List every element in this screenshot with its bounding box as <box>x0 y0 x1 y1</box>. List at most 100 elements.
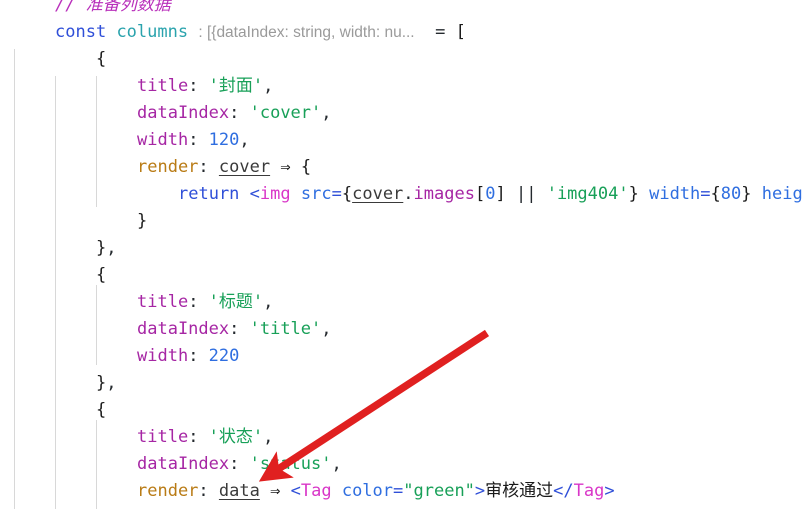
token-string: ' <box>252 427 264 447</box>
token-number: 0 <box>485 184 496 204</box>
token-property: images <box>413 184 475 204</box>
token-string: ' <box>208 292 219 312</box>
line-close-obj-1[interactable]: }, <box>96 235 117 262</box>
token-property: title <box>137 427 189 447</box>
line-dataindex-status[interactable]: dataIndex: 'status', <box>137 451 342 478</box>
token-brace: { <box>96 265 107 285</box>
token-parameter: cover <box>352 184 404 204</box>
token-brace: } <box>96 238 107 258</box>
token-op: , <box>263 292 274 312</box>
line-dataindex-cover[interactable]: dataIndex: 'cover', <box>137 100 332 127</box>
token-property-render: render <box>137 481 199 501</box>
token-hint: : [{dataIndex: string, width: nu... <box>198 24 415 41</box>
line-open-obj-1[interactable]: { <box>96 46 106 73</box>
token-op: : <box>188 427 209 447</box>
token-brace: { <box>710 184 721 204</box>
token-string: 'img404' <box>546 184 629 204</box>
line-close-render-brace[interactable]: } <box>137 208 147 235</box>
line-const-columns[interactable]: const columns : [{dataIndex: string, wid… <box>55 19 466 46</box>
token-string: 'title' <box>249 319 322 339</box>
token-variable: columns <box>116 22 189 42</box>
line-width-220[interactable]: width: 220 <box>137 343 239 370</box>
token-attr: src <box>300 184 332 204</box>
token-property: dataIndex <box>137 454 230 474</box>
token-brace: ] <box>495 184 506 204</box>
token-attr: height <box>761 184 804 204</box>
token-brace: } <box>741 184 752 204</box>
token-op: , <box>321 319 332 339</box>
token-parameter: cover <box>218 157 271 177</box>
token-property: width <box>137 346 189 366</box>
line-dataindex-title[interactable]: dataIndex: 'title', <box>137 316 332 343</box>
token-arrow: ⇒ <box>270 481 281 501</box>
token-string: 'cover' <box>249 103 322 123</box>
token-property: title <box>137 76 189 96</box>
token-string: 'status' <box>249 454 332 474</box>
token-keyword: return <box>178 184 240 204</box>
token-attr: width <box>649 184 701 204</box>
line-comment[interactable]: // 准备列数据 <box>55 0 171 19</box>
line-width-120[interactable]: width: 120, <box>137 127 250 154</box>
line-title-biaoti[interactable]: title: '标题', <box>137 289 273 316</box>
token-op: = <box>435 22 446 42</box>
token-number: 220 <box>208 346 240 366</box>
token-op: , <box>239 130 250 150</box>
token-jsx-punct: = <box>393 481 404 501</box>
token-jsx-punct: = <box>700 184 711 204</box>
token-brace: [ <box>474 184 486 204</box>
token-cjk-string: 状态 <box>218 427 253 447</box>
token-op: , <box>331 454 342 474</box>
token-jsx-punct: < <box>290 481 301 501</box>
token-jsx-tag: img <box>259 184 291 204</box>
token-text: 审核通过 <box>485 481 554 501</box>
token-op: : <box>229 103 250 123</box>
token-attr: color <box>341 481 394 501</box>
token-brace: } <box>137 211 148 231</box>
token-brace: } <box>628 184 639 204</box>
token-number: 120 <box>208 130 240 150</box>
token-property-render: render <box>137 157 199 177</box>
token-op: : <box>229 319 250 339</box>
line-close-obj-2[interactable]: }, <box>96 370 117 397</box>
token-op: : <box>188 76 209 96</box>
line-open-obj-3[interactable]: { <box>96 397 106 424</box>
line-render-data-tag[interactable]: render: data ⇒ <Tag color="green">审核通过</… <box>137 478 615 505</box>
token-op: : <box>198 481 219 501</box>
token-op: || <box>515 184 537 204</box>
token-string: ' <box>252 292 264 312</box>
code-editor-viewport[interactable]: // 准备列数据 const columns : [{dataIndex: str… <box>0 0 804 509</box>
line-render-cover[interactable]: render: cover ⇒ { <box>137 154 311 181</box>
token-op: : <box>188 292 209 312</box>
token-keyword: const <box>55 22 107 42</box>
token-brace: } <box>96 373 107 393</box>
line-title-cover[interactable]: title: '封面', <box>137 73 273 100</box>
token-string: ' <box>208 76 219 96</box>
code-text-surface[interactable]: // 准备列数据 const columns : [{dataIndex: str… <box>0 0 804 509</box>
line-open-obj-2[interactable]: { <box>96 262 106 289</box>
token-op: , <box>263 76 274 96</box>
token-property: width <box>137 130 189 150</box>
token-property: dataIndex <box>137 103 230 123</box>
token-op: : <box>198 157 219 177</box>
token-jsx-punct: < <box>249 184 260 204</box>
line-title-zhuangtai[interactable]: title: '状态', <box>137 424 273 451</box>
token-string: ' <box>252 76 264 96</box>
token-jsx-tag: Tag <box>573 481 605 501</box>
token-op: , <box>263 427 274 447</box>
token-cjk-string: 标题 <box>218 292 253 312</box>
line-return-img[interactable]: return <img src={cover.images[0] || 'img… <box>178 181 804 208</box>
token-number: 80 <box>720 184 742 204</box>
